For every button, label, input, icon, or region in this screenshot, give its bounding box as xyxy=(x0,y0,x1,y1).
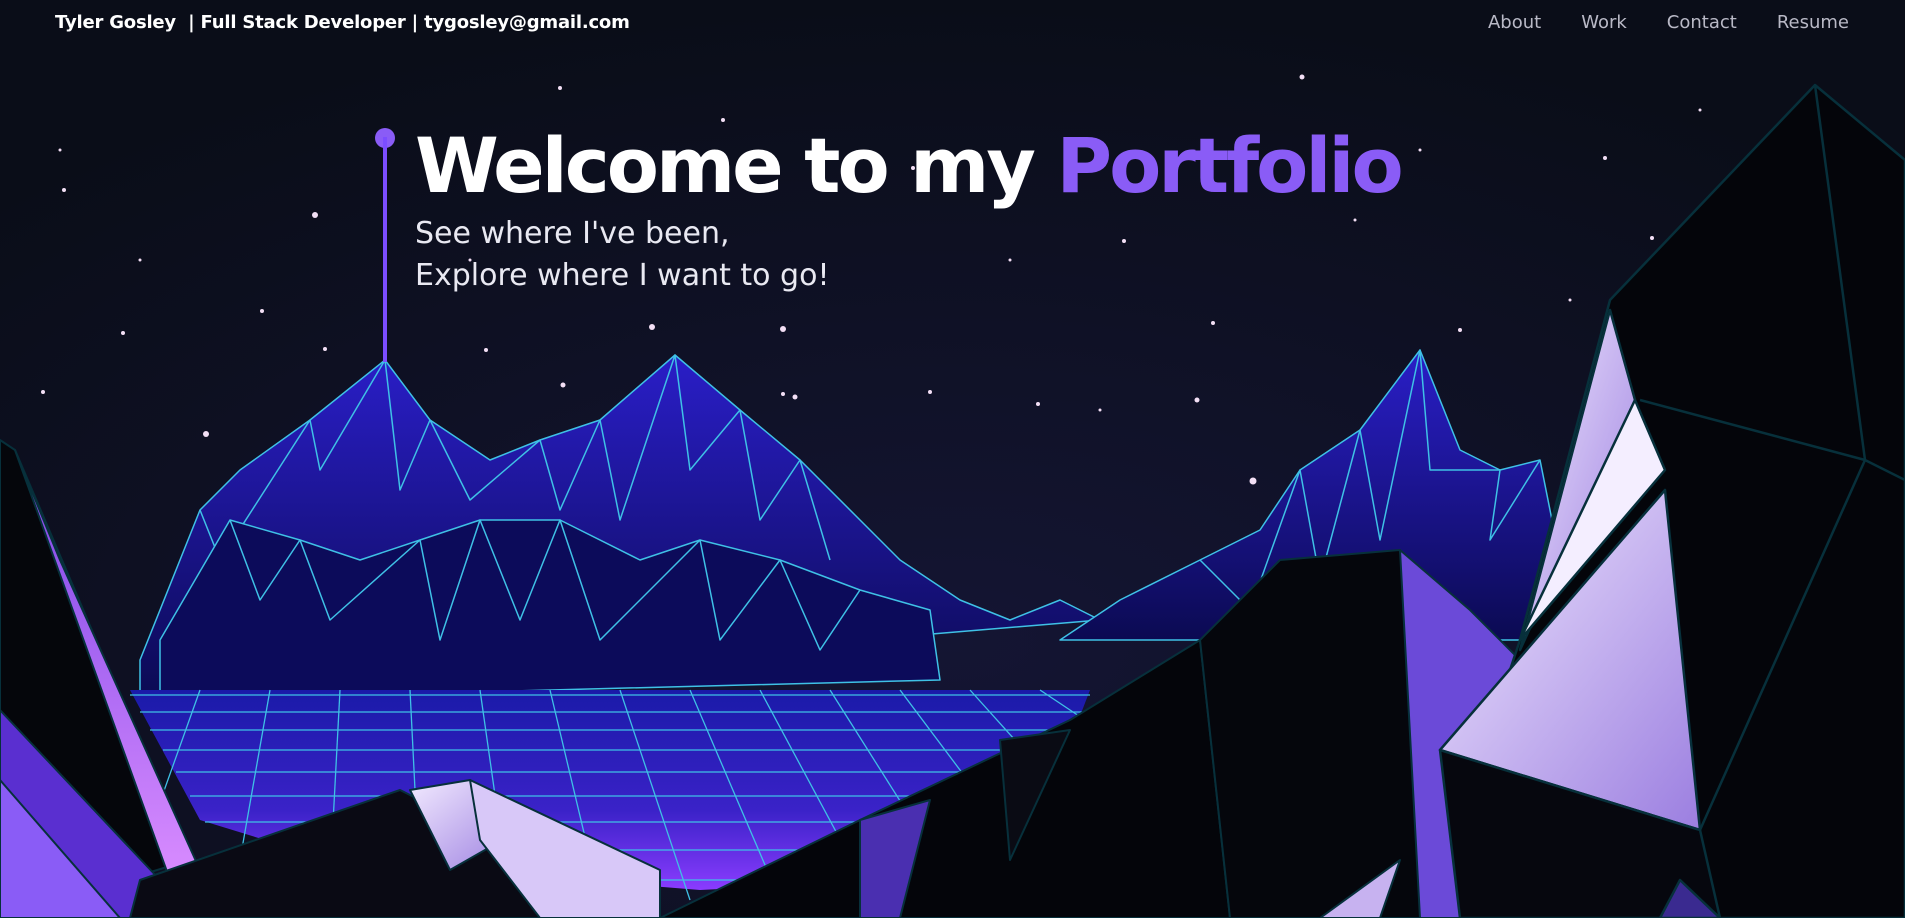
hero-title-accent: Portfolio xyxy=(1056,121,1403,210)
nav-link-about[interactable]: About xyxy=(1488,12,1541,33)
hero-section: Welcome to my Portfolio See where I've b… xyxy=(415,120,1404,296)
nav-link-work[interactable]: Work xyxy=(1581,12,1627,33)
hero-title: Welcome to my Portfolio xyxy=(415,120,1404,212)
hero-indicator-line xyxy=(383,137,387,362)
nav-link-resume[interactable]: Resume xyxy=(1777,12,1849,33)
top-navigation-bar: Tyler Gosley | Full Stack Developer | ty… xyxy=(0,0,1905,44)
site-brand[interactable]: Tyler Gosley | Full Stack Developer | ty… xyxy=(55,12,630,33)
hero-subtitle-line-2: Explore where I want to go! xyxy=(415,258,830,293)
nav-link-contact[interactable]: Contact xyxy=(1667,12,1737,33)
hero-subtitle-line-1: See where I've been, xyxy=(415,216,730,251)
hero-title-text: Welcome to my xyxy=(415,121,1057,210)
primary-nav: About Work Contact Resume xyxy=(1488,12,1849,33)
